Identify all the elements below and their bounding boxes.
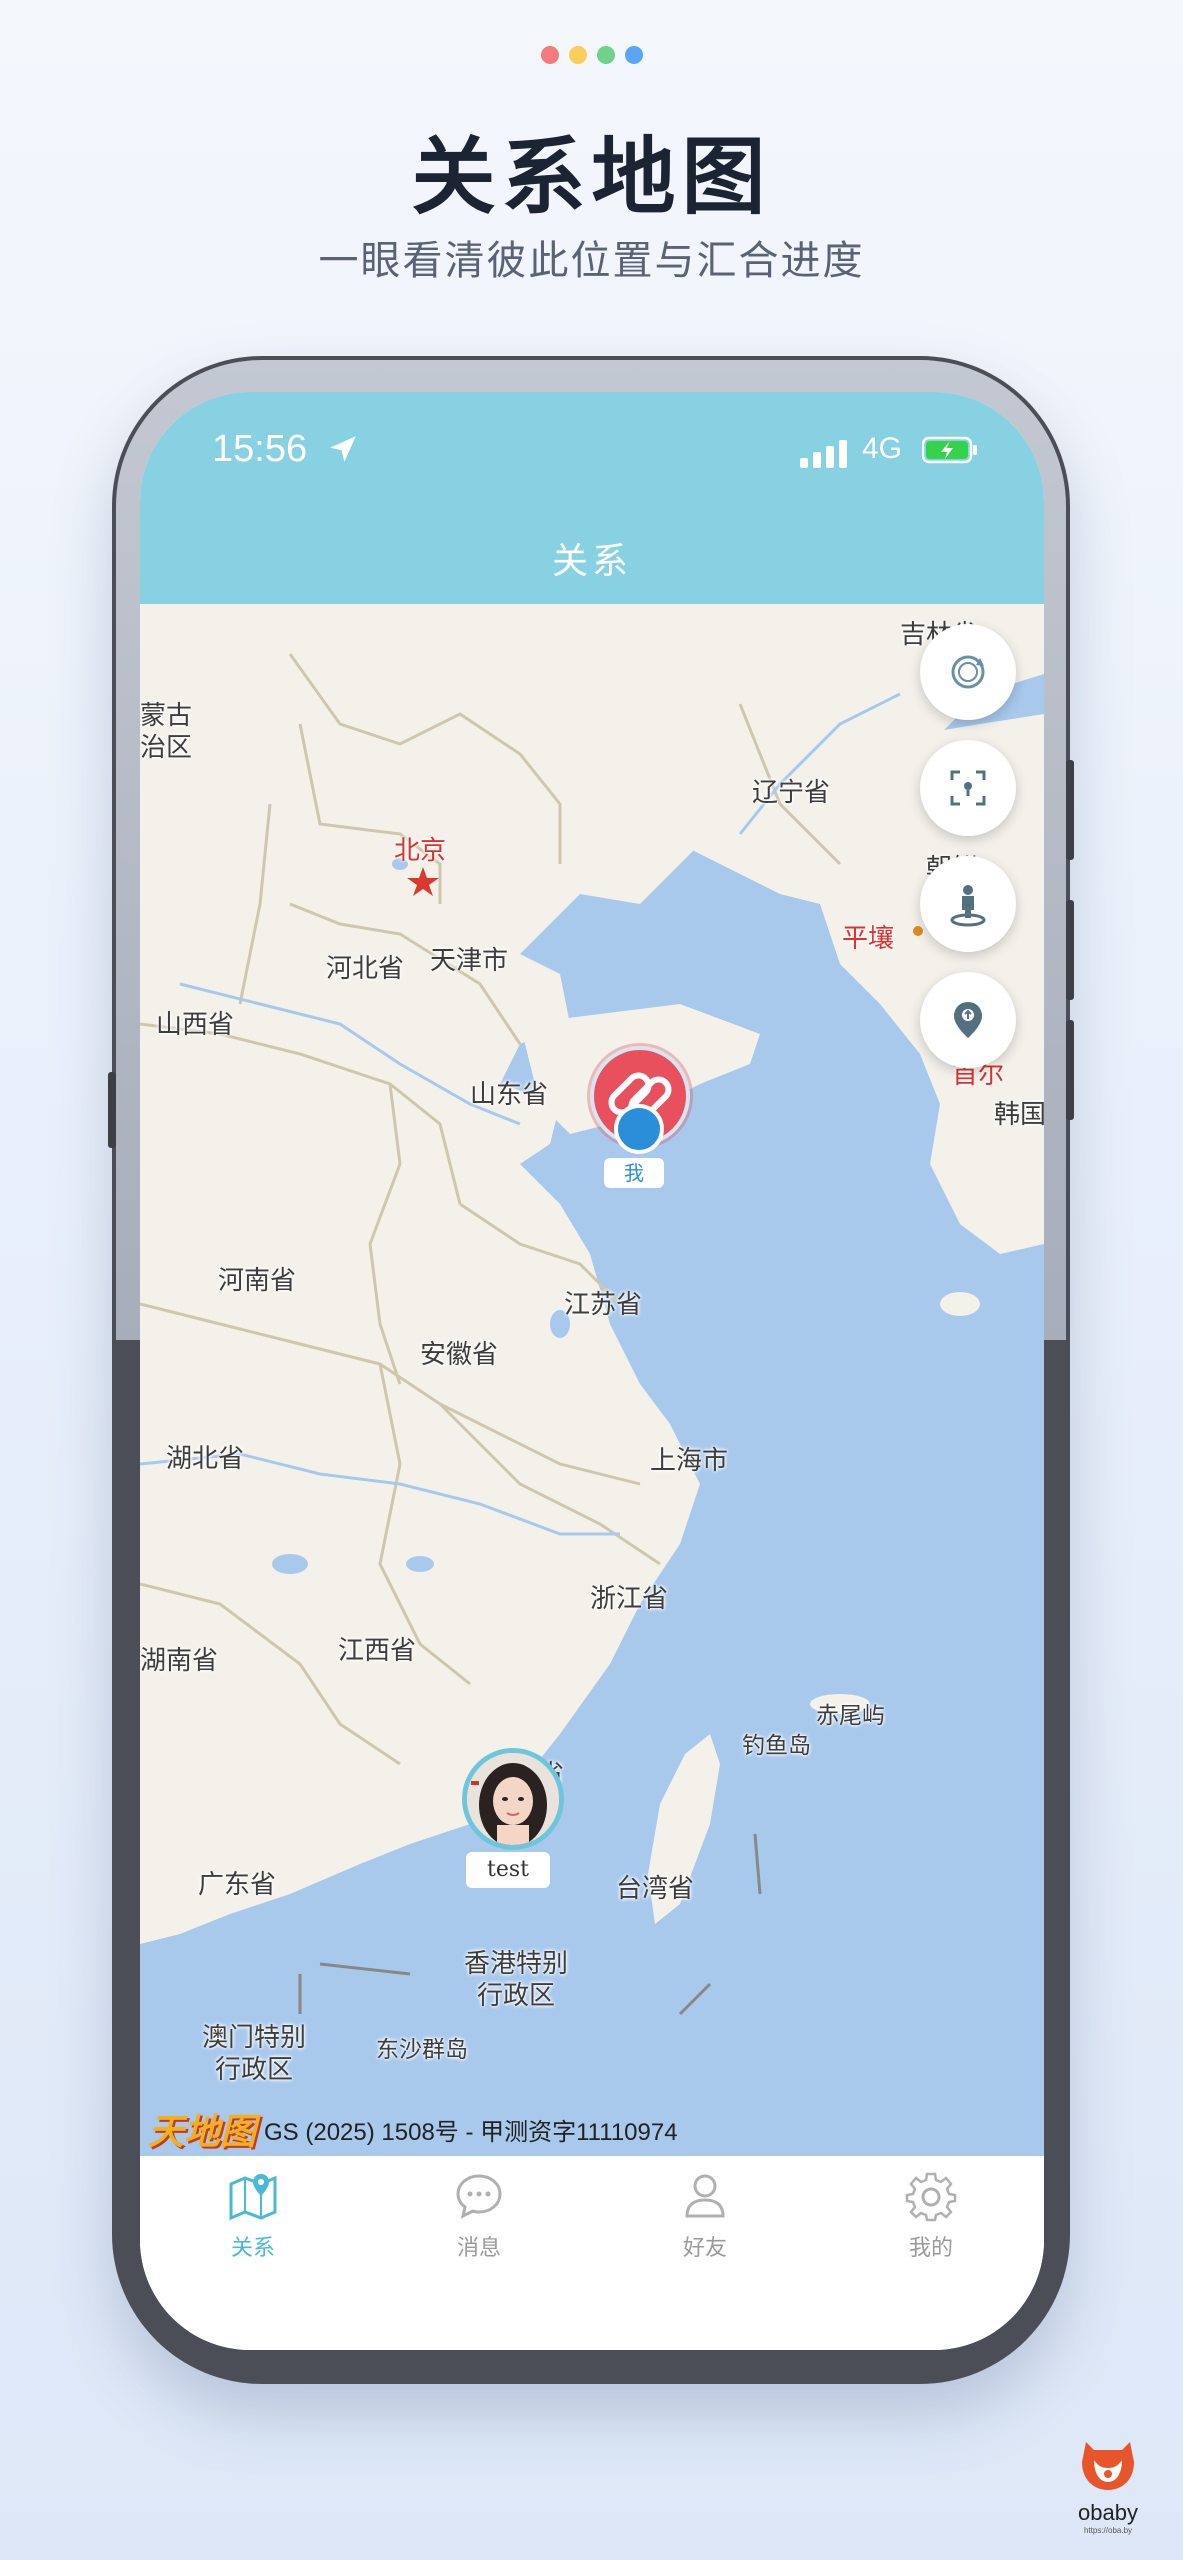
indicator-dot-4 <box>625 46 643 64</box>
map-label-pingrang: 平壤 <box>842 924 895 954</box>
map-label-hanguo: 韩国 <box>994 1100 1044 1130</box>
map-label-shandong: 山东省 <box>470 1080 549 1110</box>
map-label-hubei: 湖北省 <box>166 1444 245 1474</box>
network-type: 4G <box>862 432 903 465</box>
location-pin-icon <box>954 1002 982 1038</box>
map-label-dongsha: 东沙群岛 <box>376 2037 468 2063</box>
map-label-hunan: 湖南省 <box>140 1646 219 1676</box>
map-label-tianjin: 天津市 <box>430 946 509 976</box>
tab-messages-label: 消息 <box>456 2236 501 2261</box>
friend-avatar <box>462 1748 564 1850</box>
phone-power-button <box>1066 1020 1074 1120</box>
brand-name: obaby <box>1078 2500 1138 2525</box>
indicator-dot-1 <box>541 46 559 64</box>
map-label-diaoyudao: 钓鱼岛 <box>742 1733 811 1759</box>
map-attribution-text: GS (2025) 1508号 - 甲测资字11110974 <box>264 2118 678 2146</box>
my-location-marker[interactable]: 我 <box>590 1046 690 1188</box>
location-arrow-icon <box>330 436 356 462</box>
friend-location-marker[interactable]: test <box>456 1748 566 1898</box>
chat-bubble-icon <box>456 2174 502 2219</box>
refresh-icon <box>951 655 985 689</box>
tab-profile-label: 我的 <box>908 2236 953 2261</box>
tab-relationship[interactable]: 关系 <box>140 2170 366 2270</box>
indicator-dot-2 <box>569 46 587 64</box>
map-label-henan: 河南省 <box>218 1266 297 1296</box>
friend-avatar-image <box>467 1753 559 1845</box>
map-label-shanghai: 上海市 <box>650 1446 729 1476</box>
person-pin-icon <box>950 885 986 927</box>
nav-title: 关系 <box>551 541 632 582</box>
map-base-layer <box>140 604 1044 2156</box>
brand-watermark: obaby https://oba.by <box>1072 2436 1144 2535</box>
indicator-dot-3 <box>597 46 615 64</box>
battery-charging-icon <box>922 436 977 464</box>
phone-volume-up <box>1066 760 1074 860</box>
map-label-beijing: 北京 <box>394 836 447 866</box>
brand-url: https://oba.by <box>1083 2526 1133 2535</box>
person-view-button[interactable] <box>920 856 1016 952</box>
phone-screen: 15:56 4G 关系 蒙古 治区 辽宁省 平壤 首尔 韩国 北京 天津市 河北… <box>140 392 1044 2350</box>
map-label-macau: 澳门特别 行政区 <box>202 2023 307 2085</box>
map-label-hongkong: 香港特别 行政区 <box>464 1949 569 2011</box>
phone-volume-down <box>1066 900 1074 1000</box>
tab-friends-label: 好友 <box>682 2236 727 2261</box>
map-attribution: 天地图 GS (2025) 1508号 - 甲测资字11110974 <box>148 2104 678 2154</box>
map-label-chiweiyu: 赤尾屿 <box>816 1703 885 1729</box>
map-label-liaoning: 辽宁省 <box>752 778 831 808</box>
map-view[interactable]: 吉林省 蒙古 治区 辽宁省 朝鲜 平壤 首尔 韩国 北京 天津市 河北省 山西省… <box>140 604 1044 2156</box>
friend-marker-label: test <box>466 1852 550 1888</box>
signal-strength-icon <box>800 440 847 468</box>
map-pin-icon <box>229 2174 277 2221</box>
map-label-shanxi: 山西省 <box>156 1010 235 1040</box>
obaby-logo-icon <box>1082 2442 1134 2490</box>
focus-frame-button[interactable] <box>920 740 1016 836</box>
focus-frame-icon <box>950 770 986 806</box>
refresh-button[interactable] <box>920 624 1016 720</box>
map-label-menggu: 蒙古 治区 <box>140 701 193 763</box>
map-label-jiangxi: 江西省 <box>338 1636 417 1666</box>
me-marker-label: 我 <box>604 1158 664 1188</box>
tab-bar: 关系 消息 好友 我的 <box>140 2156 1044 2350</box>
phone-side-button <box>108 1072 116 1148</box>
map-label-hebei: 河北省 <box>326 954 405 984</box>
map-label-zhejiang: 浙江省 <box>590 1584 669 1614</box>
page-indicator-dots <box>541 46 643 64</box>
nav-bar: 关系 <box>140 512 1044 604</box>
map-label-anhui: 安徽省 <box>420 1340 499 1370</box>
status-bar: 15:56 4G <box>140 392 1044 512</box>
gear-icon <box>905 2172 957 2222</box>
map-label-jiangsu: 江苏省 <box>564 1290 643 1320</box>
tab-messages[interactable]: 消息 <box>366 2170 592 2270</box>
tab-profile[interactable]: 我的 <box>818 2170 1044 2270</box>
map-label-guangdong: 广东省 <box>198 1870 277 1900</box>
status-time: 15:56 <box>212 428 308 470</box>
tab-relationship-label: 关系 <box>230 2236 275 2261</box>
tab-friends[interactable]: 好友 <box>592 2170 818 2270</box>
location-button[interactable] <box>920 972 1016 1068</box>
map-label-taiwan: 台湾省 <box>616 1874 695 1904</box>
promo-title: 关系地图 <box>411 128 772 226</box>
my-location-dot <box>614 1104 664 1154</box>
promo-subtitle: 一眼看清彼此位置与汇合进度 <box>318 238 865 284</box>
tianditu-logo: 天地图 <box>148 2111 257 2153</box>
person-icon <box>685 2174 725 2218</box>
